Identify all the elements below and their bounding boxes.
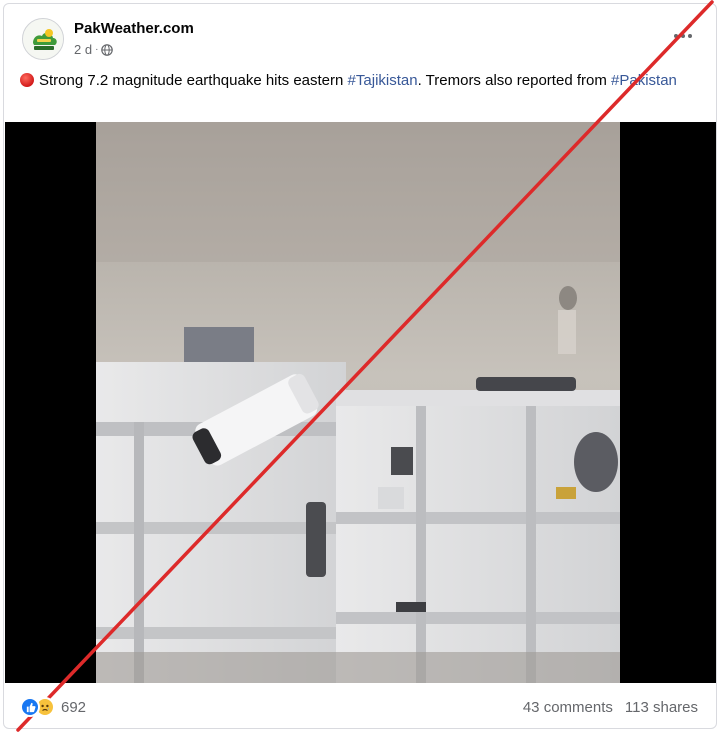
red-circle-icon [20,73,34,87]
globe-icon[interactable] [101,43,114,56]
post-stats: 43 comments 113 shares [523,699,698,716]
video-still [96,122,620,683]
pakweather-logo-icon [23,19,63,59]
hashtag-tajikistan[interactable]: #Tajikistan [348,72,418,89]
more-dot [681,34,685,38]
more-dot [674,34,678,38]
like-icon [20,697,40,717]
post-card: PakWeather.com 2 d · Strong 7.2 magnitud… [3,3,717,729]
reaction-count: 692 [61,698,87,716]
post-meta: 2 d · [74,42,114,57]
shares-count-link[interactable]: 113 shares [625,699,698,716]
engagement-bar: 692 43 comments 113 shares [4,686,716,728]
reactions-summary[interactable]: 692 [20,697,86,717]
post-caption: Strong 7.2 magnitude earthquake hits eas… [20,70,680,91]
video-player[interactable] [5,122,716,683]
caption-text: Strong 7.2 magnitude earthquake hits eas… [39,72,348,89]
post-timestamp[interactable]: 2 d [74,42,92,57]
meta-separator: · [95,44,99,55]
more-dot [688,34,692,38]
comments-count-link[interactable]: 43 comments [523,699,613,716]
hashtag-pakistan[interactable]: #Pakistan [611,72,677,89]
caption-text-2: . Tremors also reported from [417,72,611,89]
video-frame [96,122,620,683]
more-options-button[interactable] [670,26,696,46]
page-name-link[interactable]: PakWeather.com [74,20,194,37]
page-avatar[interactable] [22,18,64,60]
